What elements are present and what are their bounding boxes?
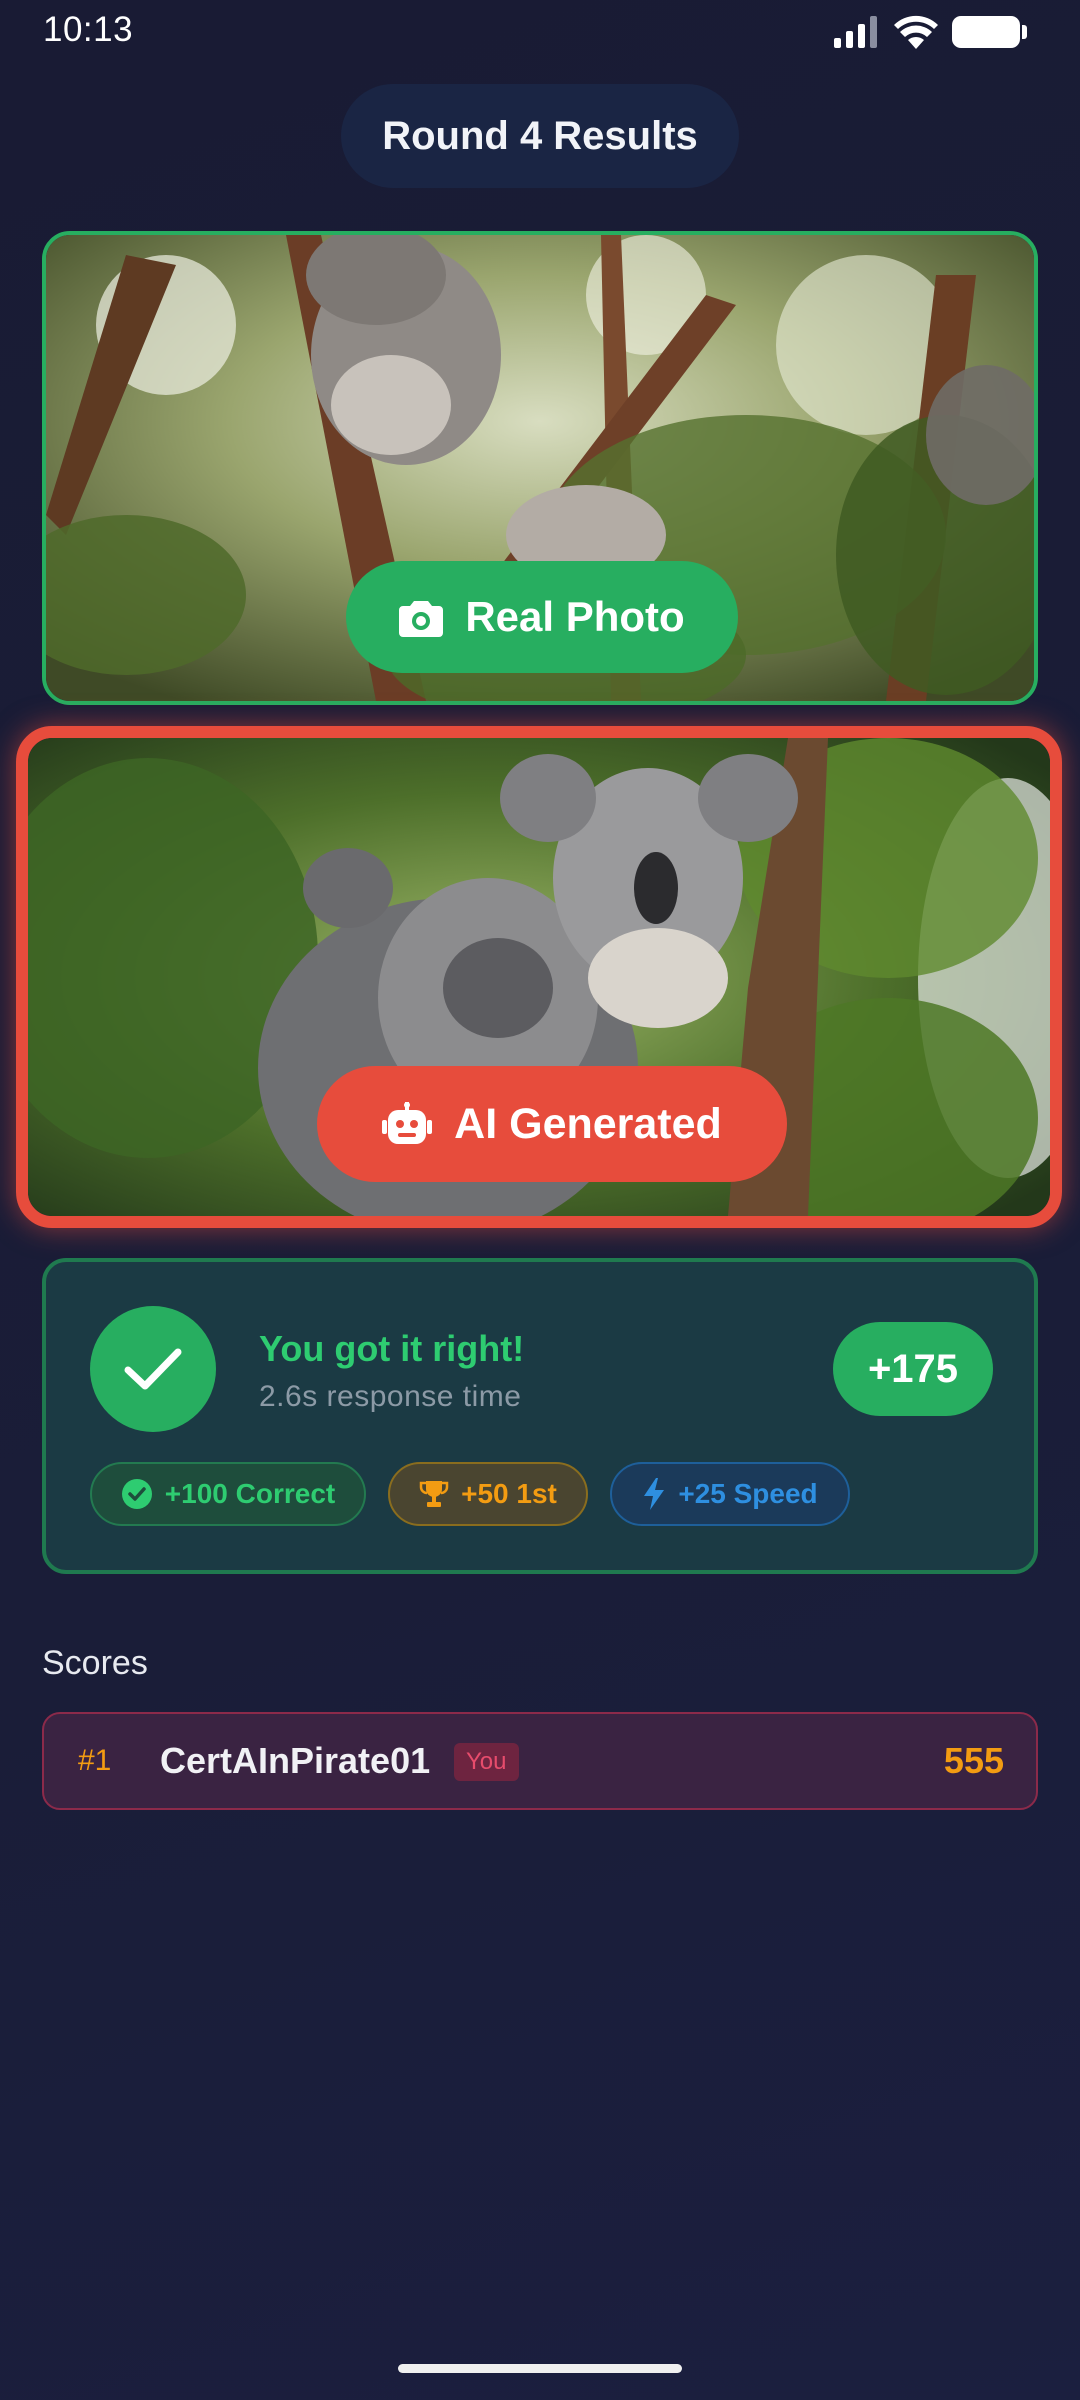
you-badge: You [454, 1743, 519, 1781]
page-title: Round 4 Results [382, 113, 698, 158]
bonus-chip-speed: +25 Speed [610, 1462, 850, 1526]
status-icons [834, 14, 1027, 50]
robot-icon [382, 1102, 433, 1144]
ai-generated-label: AI Generated [317, 1066, 787, 1182]
status-bar: 10:13 [0, 0, 1080, 60]
score-rank: #1 [78, 1744, 112, 1777]
points-earned-badge: +175 [833, 1322, 993, 1416]
bonus-correct-label: +100 Correct [164, 1478, 336, 1509]
status-time: 10:13 [43, 10, 134, 49]
scores-heading: Scores [42, 1644, 148, 1682]
lightning-icon [644, 1478, 665, 1510]
result-title: You got it right! [259, 1328, 525, 1369]
player-score: 555 [943, 1740, 1004, 1781]
home-indicator[interactable] [398, 2364, 682, 2373]
battery-icon [952, 16, 1027, 48]
player-name: CertAInPirate01 [160, 1740, 431, 1781]
score-row: #1 CertAInPirate01 You 555 [42, 1712, 1038, 1810]
wifi-icon [894, 15, 938, 49]
bonus-chip-first: +50 1st [388, 1462, 588, 1526]
round-title-pill: Round 4 Results [341, 84, 739, 188]
result-panel: You got it right! 2.6s response time +17… [42, 1258, 1038, 1574]
bonus-chip-correct: +100 Correct [90, 1462, 366, 1526]
bonus-speed-label: +25 Speed [678, 1478, 818, 1509]
real-photo-label: Real Photo [346, 561, 738, 673]
success-check-badge [90, 1306, 216, 1432]
ai-generated-label-text: AI Generated [454, 1099, 722, 1148]
camera-icon [399, 601, 444, 637]
real-photo-card[interactable]: Real Photo [42, 231, 1038, 705]
real-photo-label-text: Real Photo [465, 593, 685, 640]
trophy-icon [419, 1481, 449, 1507]
response-time: 2.6s response time [259, 1380, 522, 1413]
check-circle-icon [121, 1479, 152, 1509]
bonus-first-label: +50 1st [461, 1478, 557, 1509]
ai-generated-card[interactable]: AI Generated [16, 726, 1062, 1228]
checkmark-icon [124, 1348, 182, 1390]
signal-icon [834, 16, 877, 48]
